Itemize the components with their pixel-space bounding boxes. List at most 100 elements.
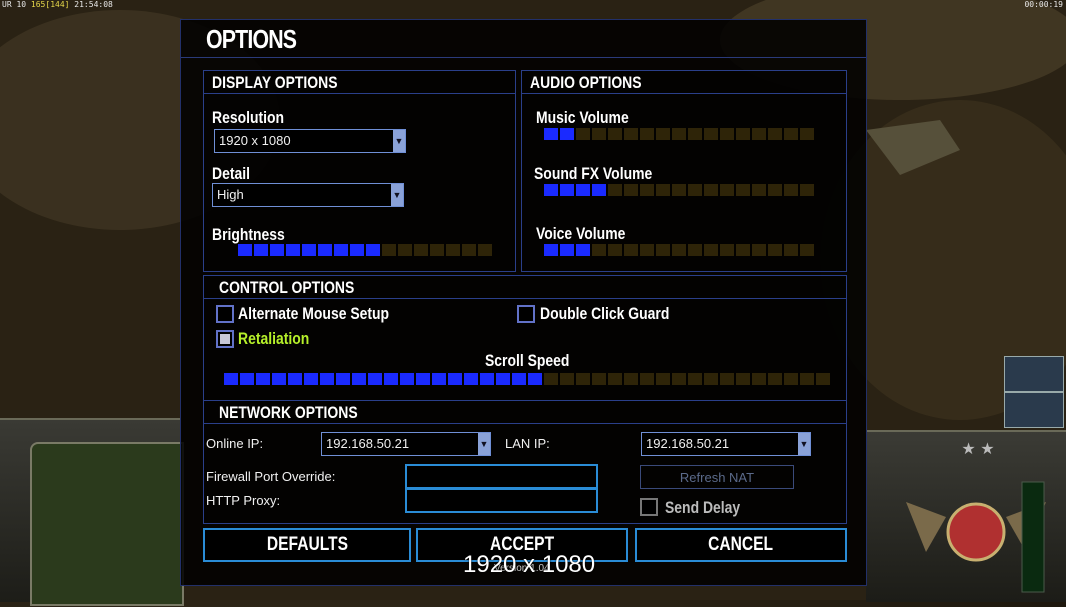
slider-segment-empty[interactable] bbox=[784, 244, 798, 256]
firewall-port-input[interactable] bbox=[405, 464, 598, 489]
slider-segment-filled[interactable] bbox=[400, 373, 414, 385]
resolution-dropdown[interactable]: 1920 x 1080 ▼ bbox=[214, 129, 406, 153]
slider-segment-empty[interactable] bbox=[720, 184, 734, 196]
slider-segment-filled[interactable] bbox=[576, 184, 590, 196]
slider-segment-empty[interactable] bbox=[704, 128, 718, 140]
retaliation-label[interactable]: Retaliation bbox=[238, 329, 309, 349]
slider-segment-empty[interactable] bbox=[768, 128, 782, 140]
slider-segment-empty[interactable] bbox=[478, 244, 492, 256]
slider-segment-empty[interactable] bbox=[608, 373, 622, 385]
slider-segment-filled[interactable] bbox=[528, 373, 542, 385]
slider-segment-filled[interactable] bbox=[304, 373, 318, 385]
slider-segment-empty[interactable] bbox=[672, 128, 686, 140]
slider-segment-filled[interactable] bbox=[318, 244, 332, 256]
send-delay-label[interactable]: Send Delay bbox=[665, 498, 740, 518]
online-ip-dropdown[interactable]: 192.168.50.21 ▼ bbox=[321, 432, 491, 456]
slider-segment-empty[interactable] bbox=[544, 373, 558, 385]
slider-segment-empty[interactable] bbox=[560, 373, 574, 385]
slider-segment-empty[interactable] bbox=[592, 244, 606, 256]
slider-segment-empty[interactable] bbox=[784, 128, 798, 140]
slider-segment-empty[interactable] bbox=[430, 244, 444, 256]
slider-segment-filled[interactable] bbox=[350, 244, 364, 256]
slider-segment-empty[interactable] bbox=[768, 373, 782, 385]
slider-segment-empty[interactable] bbox=[800, 373, 814, 385]
slider-segment-empty[interactable] bbox=[656, 373, 670, 385]
slider-segment-empty[interactable] bbox=[720, 128, 734, 140]
slider-segment-empty[interactable] bbox=[640, 373, 654, 385]
slider-segment-empty[interactable] bbox=[784, 373, 798, 385]
slider-segment-filled[interactable] bbox=[366, 244, 380, 256]
slider-segment-empty[interactable] bbox=[462, 244, 476, 256]
refresh-nat-button[interactable]: Refresh NAT bbox=[640, 465, 794, 489]
slider-segment-empty[interactable] bbox=[752, 373, 766, 385]
slider-segment-filled[interactable] bbox=[384, 373, 398, 385]
slider-segment-empty[interactable] bbox=[672, 244, 686, 256]
chevron-down-icon[interactable]: ▼ bbox=[798, 433, 810, 455]
slider-segment-filled[interactable] bbox=[416, 373, 430, 385]
slider-segment-filled[interactable] bbox=[544, 128, 558, 140]
slider-segment-empty[interactable] bbox=[608, 184, 622, 196]
slider-segment-filled[interactable] bbox=[352, 373, 366, 385]
slider-segment-empty[interactable] bbox=[640, 184, 654, 196]
slider-segment-empty[interactable] bbox=[816, 373, 830, 385]
slider-segment-empty[interactable] bbox=[784, 184, 798, 196]
slider-segment-filled[interactable] bbox=[224, 373, 238, 385]
detail-dropdown[interactable]: High ▼ bbox=[212, 183, 404, 207]
alternate-mouse-label[interactable]: Alternate Mouse Setup bbox=[238, 304, 389, 324]
slider-segment-empty[interactable] bbox=[736, 244, 750, 256]
slider-segment-empty[interactable] bbox=[704, 244, 718, 256]
slider-segment-empty[interactable] bbox=[688, 244, 702, 256]
slider-segment-filled[interactable] bbox=[480, 373, 494, 385]
slider-segment-filled[interactable] bbox=[448, 373, 462, 385]
double-click-guard-label[interactable]: Double Click Guard bbox=[540, 304, 669, 324]
slider-segment-filled[interactable] bbox=[560, 244, 574, 256]
slider-segment-empty[interactable] bbox=[800, 184, 814, 196]
slider-segment-filled[interactable] bbox=[592, 184, 606, 196]
sfx-volume-slider[interactable] bbox=[544, 184, 814, 196]
slider-segment-filled[interactable] bbox=[560, 184, 574, 196]
chevron-down-icon[interactable]: ▼ bbox=[391, 184, 403, 206]
slider-segment-empty[interactable] bbox=[720, 244, 734, 256]
music-volume-slider[interactable] bbox=[544, 128, 814, 140]
slider-segment-filled[interactable] bbox=[336, 373, 350, 385]
slider-segment-empty[interactable] bbox=[672, 184, 686, 196]
voice-volume-slider[interactable] bbox=[544, 244, 814, 256]
slider-segment-filled[interactable] bbox=[286, 244, 300, 256]
slider-segment-filled[interactable] bbox=[272, 373, 286, 385]
slider-segment-empty[interactable] bbox=[656, 128, 670, 140]
http-proxy-input[interactable] bbox=[405, 488, 598, 513]
slider-segment-filled[interactable] bbox=[302, 244, 316, 256]
chevron-down-icon[interactable]: ▼ bbox=[478, 433, 490, 455]
slider-segment-empty[interactable] bbox=[608, 128, 622, 140]
slider-segment-empty[interactable] bbox=[752, 244, 766, 256]
slider-segment-filled[interactable] bbox=[576, 244, 590, 256]
retaliation-checkbox[interactable] bbox=[216, 330, 234, 348]
slider-segment-empty[interactable] bbox=[576, 373, 590, 385]
double-click-guard-checkbox[interactable] bbox=[517, 305, 535, 323]
slider-segment-filled[interactable] bbox=[560, 128, 574, 140]
slider-segment-empty[interactable] bbox=[768, 244, 782, 256]
slider-segment-filled[interactable] bbox=[240, 373, 254, 385]
slider-segment-empty[interactable] bbox=[576, 128, 590, 140]
slider-segment-filled[interactable] bbox=[320, 373, 334, 385]
sidebar-unit-cameo-2[interactable] bbox=[1004, 392, 1064, 428]
slider-segment-empty[interactable] bbox=[688, 128, 702, 140]
slider-segment-empty[interactable] bbox=[640, 128, 654, 140]
send-delay-checkbox[interactable] bbox=[640, 498, 658, 516]
slider-segment-filled[interactable] bbox=[238, 244, 252, 256]
slider-segment-empty[interactable] bbox=[720, 373, 734, 385]
slider-segment-filled[interactable] bbox=[368, 373, 382, 385]
slider-segment-empty[interactable] bbox=[592, 373, 606, 385]
slider-segment-filled[interactable] bbox=[512, 373, 526, 385]
slider-segment-empty[interactable] bbox=[624, 244, 638, 256]
brightness-slider[interactable] bbox=[238, 244, 492, 256]
slider-segment-filled[interactable] bbox=[544, 244, 558, 256]
slider-segment-empty[interactable] bbox=[704, 184, 718, 196]
slider-segment-empty[interactable] bbox=[736, 373, 750, 385]
slider-segment-empty[interactable] bbox=[800, 244, 814, 256]
slider-segment-empty[interactable] bbox=[624, 184, 638, 196]
chevron-down-icon[interactable]: ▼ bbox=[393, 130, 405, 152]
slider-segment-filled[interactable] bbox=[288, 373, 302, 385]
slider-segment-filled[interactable] bbox=[432, 373, 446, 385]
slider-segment-filled[interactable] bbox=[334, 244, 348, 256]
